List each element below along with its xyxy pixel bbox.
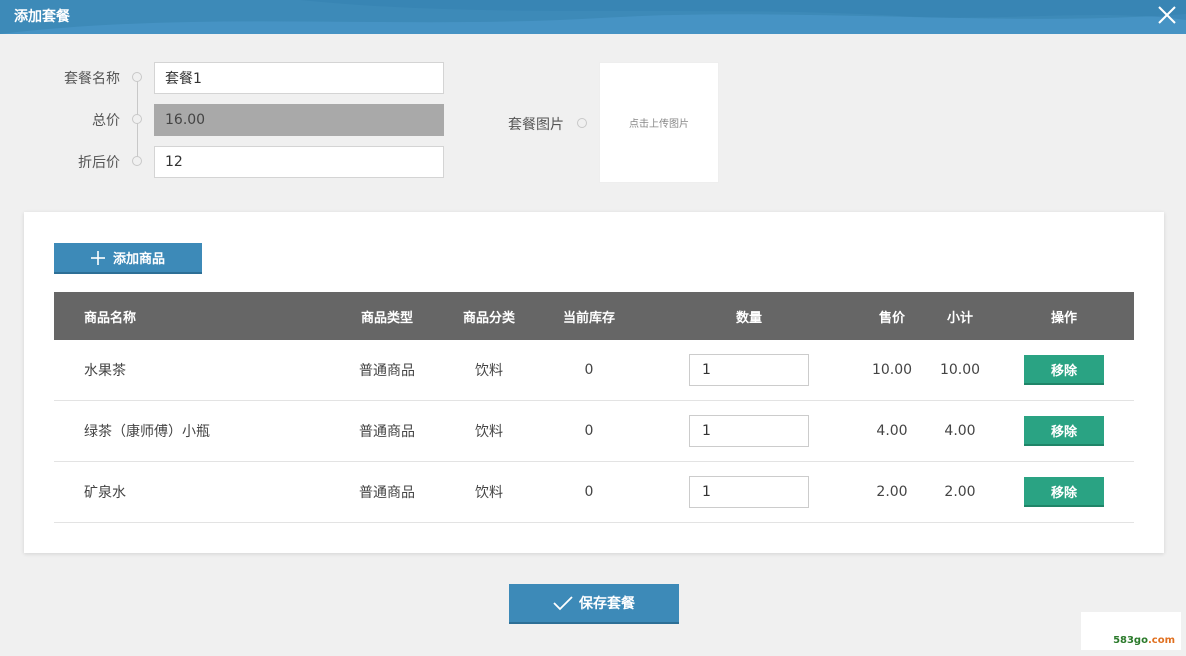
total-price-label: 总价 bbox=[92, 113, 120, 129]
dialog-titlebar: 添加套餐 bbox=[0, 0, 1186, 34]
header-subtotal: 小计 bbox=[946, 310, 973, 326]
header-category: 商品分类 bbox=[462, 310, 515, 326]
table-row: 水果茶 普通商品 饮料 0 10.00 10.00 移除 bbox=[54, 340, 1134, 401]
cell-name: 水果茶 bbox=[84, 363, 126, 379]
cell-quantity bbox=[689, 340, 809, 400]
cell-stock: 0 bbox=[584, 484, 594, 500]
remove-button[interactable]: 移除 bbox=[1024, 355, 1104, 385]
save-package-button[interactable]: 保存套餐 bbox=[509, 584, 679, 624]
header-type: 商品类型 bbox=[360, 310, 413, 326]
discount-price-label: 折后价 bbox=[78, 155, 120, 171]
cell-name: 矿泉水 bbox=[84, 485, 126, 501]
header-price: 售价 bbox=[878, 310, 905, 326]
save-package-label: 保存套餐 bbox=[579, 596, 635, 612]
cell-quantity bbox=[689, 401, 809, 461]
header-name: 商品名称 bbox=[84, 310, 137, 326]
table-header: 商品名称 商品类型 商品分类 当前库存 数量 售价 小计 操作 bbox=[54, 292, 1134, 340]
total-price-input bbox=[154, 104, 444, 136]
package-name-input[interactable] bbox=[154, 62, 444, 94]
watermark-text: 583go bbox=[1113, 635, 1148, 646]
cell-stock: 0 bbox=[584, 362, 594, 378]
add-goods-label: 添加商品 bbox=[112, 252, 165, 267]
cell-name: 绿茶（康师傅）小瓶 bbox=[84, 424, 210, 440]
remove-button[interactable]: 移除 bbox=[1024, 477, 1104, 507]
cell-price: 2.00 bbox=[876, 484, 908, 500]
close-icon[interactable] bbox=[1156, 4, 1178, 26]
header-stock: 当前库存 bbox=[562, 310, 615, 326]
dialog-title: 添加套餐 bbox=[14, 9, 70, 25]
cell-price: 10.00 bbox=[871, 362, 913, 378]
quantity-input[interactable] bbox=[689, 354, 809, 386]
table-row: 矿泉水 普通商品 饮料 0 2.00 2.00 移除 bbox=[54, 462, 1134, 523]
cell-category: 饮料 bbox=[475, 485, 503, 501]
image-upload-box[interactable]: 点击上传图片 bbox=[599, 62, 719, 183]
cell-action: 移除 bbox=[1024, 340, 1104, 400]
cell-subtotal: 4.00 bbox=[944, 423, 976, 439]
goods-panel: 添加商品 商品名称 商品类型 商品分类 当前库存 数量 售价 小计 操作 水果茶… bbox=[24, 212, 1164, 553]
cell-stock: 0 bbox=[584, 423, 594, 439]
cell-type: 普通商品 bbox=[359, 363, 415, 379]
watermark-suffix: .com bbox=[1147, 635, 1175, 646]
cell-subtotal: 10.00 bbox=[939, 362, 981, 378]
form-dot bbox=[132, 114, 142, 124]
cell-category: 饮料 bbox=[475, 424, 503, 440]
cell-price: 4.00 bbox=[876, 423, 908, 439]
site-watermark: 583go .com bbox=[1081, 612, 1181, 650]
quantity-input[interactable] bbox=[689, 476, 809, 508]
wave-decoration bbox=[0, 0, 1186, 34]
cell-subtotal: 2.00 bbox=[944, 484, 976, 500]
plus-icon bbox=[90, 250, 105, 265]
image-upload-text: 点击上传图片 bbox=[629, 119, 689, 130]
cell-type: 普通商品 bbox=[359, 424, 415, 440]
quantity-input[interactable] bbox=[689, 415, 809, 447]
table-row: 绿茶（康师傅）小瓶 普通商品 饮料 0 4.00 4.00 移除 bbox=[54, 401, 1134, 462]
cell-category: 饮料 bbox=[475, 363, 503, 379]
cell-quantity bbox=[689, 462, 809, 522]
cell-action: 移除 bbox=[1024, 401, 1104, 461]
remove-button[interactable]: 移除 bbox=[1024, 416, 1104, 446]
cell-action: 移除 bbox=[1024, 462, 1104, 522]
package-name-label: 套餐名称 bbox=[64, 71, 120, 87]
check-icon bbox=[553, 596, 573, 611]
header-action: 操作 bbox=[1050, 310, 1077, 326]
form-dot bbox=[577, 118, 587, 128]
header-quantity: 数量 bbox=[735, 310, 762, 326]
form-dot bbox=[132, 156, 142, 166]
discount-price-input[interactable] bbox=[154, 146, 444, 178]
package-image-label: 套餐图片 bbox=[508, 117, 564, 133]
add-goods-button[interactable]: 添加商品 bbox=[54, 243, 202, 274]
cell-type: 普通商品 bbox=[359, 485, 415, 501]
form-dot bbox=[132, 72, 142, 82]
